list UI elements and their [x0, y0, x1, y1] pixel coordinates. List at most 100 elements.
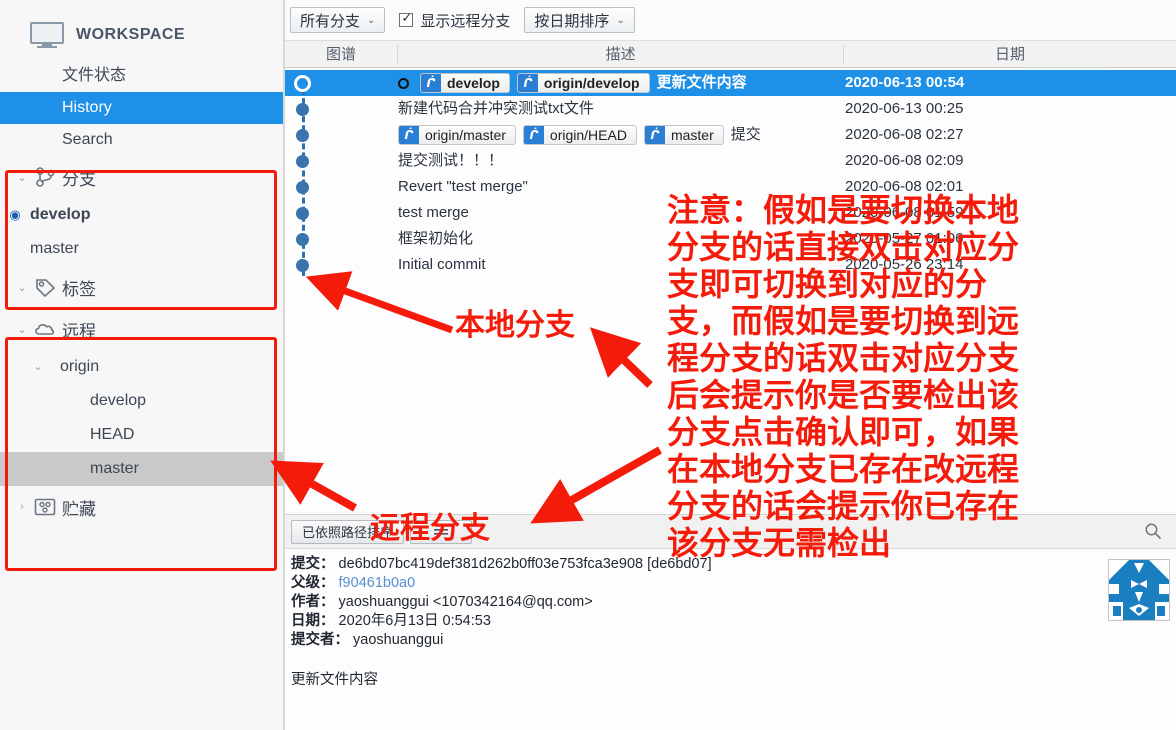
commit-detail-fields: 提交： de6bd07bc419def381d262b0ff03e753fca3…: [285, 549, 1176, 650]
detail-label-commit: 提交：: [291, 556, 335, 572]
table-header: 图谱 描述 日期: [285, 40, 1176, 68]
checkbox-icon: [399, 10, 414, 27]
commit-date-cell: 2020-06-08 02:27: [845, 126, 964, 143]
monitor-icon: [30, 22, 64, 48]
commit-description-cell: Initial commit: [398, 252, 486, 278]
history-toolbar: 所有分支 ⌄ 显示远程分支 按日期排序 ⌄: [285, 0, 1176, 34]
sidebar-item-search[interactable]: Search: [0, 124, 283, 156]
remote-label: origin: [60, 358, 100, 375]
sort-mode-label: 按日期排序: [534, 12, 610, 30]
branch-badge[interactable]: ᒌ master: [643, 125, 724, 145]
annotation-note-line: 该分支无需检出: [667, 524, 892, 562]
chevron-right-icon: ›: [20, 501, 24, 513]
table-row[interactable]: ᒌ origin/master ᒌ origin/HEAD ᒌ master 提…: [285, 122, 1176, 148]
commit-message: 提交测试！！！: [398, 152, 504, 169]
sidebar-splitter[interactable]: [283, 0, 285, 730]
table-row[interactable]: ᒌ develop ᒌ origin/develop 更新文件内容 2020-0…: [285, 70, 1176, 96]
group-label-stashes: 贮藏: [62, 499, 96, 519]
annotation-note-block: 注意：假如是要切换本地 分支的话直接双击对应分 支即可切换到对应的分 支，而假如…: [667, 192, 1019, 562]
group-header-stashes[interactable]: › 贮藏: [0, 486, 283, 528]
branch-label: master: [30, 240, 79, 257]
tag-icon: [30, 277, 60, 297]
detail-value-date: 2020年6月13日 0:54:53: [338, 613, 491, 629]
commit-description-cell: Revert "test merge": [398, 174, 528, 200]
group-header-tags[interactable]: ⌄ 标签: [0, 266, 283, 308]
branch-badge[interactable]: ᒌ origin/develop: [516, 73, 650, 93]
stash-icon: [30, 497, 60, 517]
remote-branch-label: master: [90, 460, 139, 477]
current-branch-dot-icon: ◉: [9, 207, 21, 222]
commit-message-truncated: 提交: [730, 126, 761, 143]
sidebar-item-history[interactable]: History: [0, 92, 283, 124]
detail-value-committer: yaoshuanggui: [353, 632, 444, 648]
group-remotes: ⌄ 远程 ⌄ origin develop HEAD master: [0, 308, 283, 486]
detail-row-committer: 提交者： yaoshuanggui: [291, 631, 1176, 650]
column-header-date[interactable]: 日期: [844, 41, 1176, 68]
remote-item-origin[interactable]: ⌄ origin: [0, 350, 283, 384]
branch-item-master[interactable]: master: [0, 232, 283, 266]
detail-value-parent-hash[interactable]: f90461b0a0: [339, 575, 416, 591]
branch-badge-label: master: [670, 127, 714, 143]
branch-badge[interactable]: ᒌ origin/master: [398, 125, 516, 145]
sidebar-item-file-status[interactable]: 文件状态: [0, 60, 283, 92]
remote-branch-master[interactable]: master: [0, 452, 283, 486]
cloud-icon: [30, 320, 60, 338]
workspace-header: WORKSPACE: [0, 0, 283, 60]
branch-badge-label: origin/HEAD: [549, 127, 627, 143]
commit-description-cell: 新建代码合并冲突测试txt文件: [398, 96, 594, 122]
branch-badge[interactable]: ᒌ origin/HEAD: [522, 125, 637, 145]
show-remote-branches-checkbox[interactable]: 显示远程分支: [395, 7, 514, 33]
branch-item-develop[interactable]: ◉ develop: [0, 198, 283, 232]
commit-date-cell: 2020-06-13 00:54: [845, 74, 965, 91]
commit-description-cell: 框架初始化: [398, 226, 473, 252]
commit-message: 框架初始化: [398, 230, 474, 247]
commit-description-cell: ᒌ develop ᒌ origin/develop 更新文件内容: [398, 70, 747, 96]
group-header-remotes[interactable]: ⌄ 远程: [0, 308, 283, 350]
sidebar: WORKSPACE 文件状态 History Search ⌄ 分支 ◉ dev…: [0, 0, 283, 730]
detail-row-parent: 父级： f90461b0a0: [291, 574, 1176, 593]
remote-branch-develop[interactable]: develop: [0, 384, 283, 418]
annotation-note-line: 分支的话会提示你已存在: [667, 487, 1020, 525]
branch-label: develop: [30, 206, 91, 223]
detail-row-author: 作者： yaoshuanggui <1070342164@qq.com>: [291, 593, 1176, 612]
annotation-note-line: 分支点击确认即可，如果: [667, 413, 1020, 451]
chevron-down-icon: ⌄: [367, 14, 376, 26]
branch-badge-label: origin/master: [425, 127, 506, 143]
group-branches: ⌄ 分支 ◉ develop master: [0, 156, 283, 266]
branch-filter-dropdown[interactable]: 所有分支 ⌄: [290, 7, 386, 33]
detail-row-date: 日期： 2020年6月13日 0:54:53: [291, 612, 1176, 631]
annotation-local-branch: 本地分支: [455, 308, 575, 343]
branch-glyph-icon: ᒌ: [517, 74, 538, 92]
head-marker-icon: [398, 77, 409, 89]
commit-message-body: 更新文件内容: [291, 672, 378, 688]
commit-description-cell: 提交测试！！！: [398, 148, 503, 174]
table-row[interactable]: 新建代码合并冲突测试txt文件 2020-06-13 00:25: [285, 96, 1176, 122]
chevron-down-icon: ⌄: [17, 323, 27, 336]
chevron-down-icon: ⌄: [616, 14, 625, 26]
branch-icon: [30, 166, 60, 188]
branch-glyph-icon: ᒌ: [523, 126, 544, 144]
commit-message: 新建代码合并冲突测试txt文件: [398, 100, 594, 117]
column-header-graph[interactable]: 图谱: [285, 41, 397, 68]
commit-description-cell: test merge: [398, 200, 469, 226]
chevron-down-icon: ⌄: [33, 361, 43, 373]
annotation-note-line: 在本地分支已存在改远程: [667, 450, 1020, 488]
branch-glyph-icon: ᒌ: [644, 126, 665, 144]
group-header-branches[interactable]: ⌄ 分支: [0, 156, 283, 198]
commit-message: Revert "test merge": [398, 178, 528, 195]
detail-label-author: 作者：: [291, 594, 335, 610]
commit-message: test merge: [398, 204, 469, 221]
commit-message: 更新文件内容: [656, 74, 747, 91]
branch-filter-label: 所有分支: [300, 12, 361, 30]
column-header-description[interactable]: 描述: [398, 41, 843, 68]
remote-branch-head[interactable]: HEAD: [0, 418, 283, 452]
commit-date-cell: 2020-06-13 00:25: [845, 100, 964, 117]
remote-branch-label: develop: [90, 392, 147, 409]
search-icon[interactable]: [1144, 522, 1162, 540]
branch-badge[interactable]: ᒌ develop: [420, 73, 510, 93]
branch-badge-label: origin/develop: [543, 75, 640, 91]
sort-mode-dropdown[interactable]: 按日期排序 ⌄: [524, 7, 635, 33]
detail-label-date: 日期：: [291, 613, 335, 629]
table-row[interactable]: 提交测试！！！ 2020-06-08 02:09: [285, 148, 1176, 174]
branch-badge-label: develop: [447, 75, 500, 91]
